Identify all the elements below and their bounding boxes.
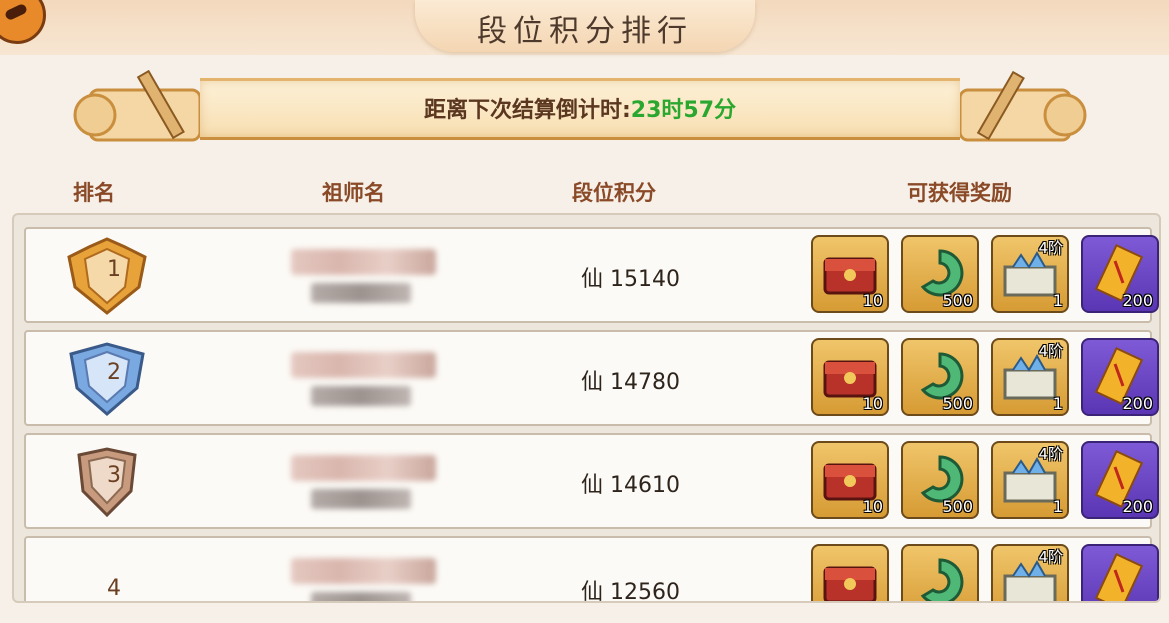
reward-treasure-chest[interactable]: 10	[811, 235, 889, 313]
reward-crystal-crate[interactable]: 4阶 1	[991, 544, 1069, 601]
reward-count: 1	[1052, 497, 1063, 516]
reward-count: 200	[1122, 497, 1153, 516]
ranking-row[interactable]: 2 仙 14780 10 500 4阶 1 200	[24, 330, 1159, 426]
rank-number: 3	[107, 463, 121, 488]
reward-crystal-crate[interactable]: 4阶 1	[991, 338, 1069, 416]
column-header-rank: 排名	[73, 181, 115, 205]
column-header-reward: 可获得奖励	[907, 181, 1012, 205]
reward-crystal-crate[interactable]: 4阶 1	[991, 235, 1069, 313]
countdown-value: 23时57分	[630, 98, 737, 123]
rank-number: 4	[107, 576, 121, 601]
column-header-name: 祖师名	[322, 181, 385, 205]
reward-treasure-chest[interactable]: 10	[811, 441, 889, 519]
reward-count: 10	[862, 497, 883, 516]
reward-count: 10	[863, 600, 883, 601]
reward-talisman-scroll[interactable]: 200	[1081, 441, 1159, 519]
reward-count: 200	[1122, 291, 1153, 310]
player-name-redacted	[291, 558, 441, 601]
ranking-row[interactable]: 4 仙 12560 10 500 4阶 1 200	[24, 536, 1159, 603]
reward-talisman-scroll[interactable]: 200	[1081, 544, 1159, 601]
score-value: 仙 14780	[581, 370, 680, 395]
reward-talisman-scroll[interactable]: 200	[1081, 235, 1159, 313]
reward-tier: 4阶	[1038, 548, 1063, 566]
reward-jade-ring[interactable]: 500	[901, 338, 979, 416]
ranking-row[interactable]: 3 仙 14610 10 500 4阶 1 200	[24, 433, 1159, 529]
scroll-sword-left-icon	[73, 70, 202, 142]
reward-count: 500	[942, 291, 973, 310]
countdown-text: 距离下次结算倒计时:23时57分	[200, 92, 960, 124]
column-header-score: 段位积分	[572, 181, 656, 205]
reward-count: 500	[942, 394, 973, 413]
jade-ring-icon	[920, 558, 964, 601]
reward-count: 500	[942, 497, 973, 516]
reward-talisman-scroll[interactable]: 200	[1081, 338, 1159, 416]
reward-count: 200	[1122, 600, 1153, 601]
rank-number: 2	[107, 360, 121, 385]
reward-count: 1	[1053, 600, 1063, 601]
reward-jade-ring[interactable]: 500	[901, 235, 979, 313]
player-name-redacted	[291, 249, 441, 307]
reward-count: 10	[862, 291, 883, 310]
player-name-redacted	[291, 352, 441, 410]
ranking-list[interactable]: 1 仙 15140 10 500 4阶 1 200 2 仙 14780 10 5…	[12, 213, 1161, 603]
reward-crystal-crate[interactable]: 4阶 1	[991, 441, 1069, 519]
reward-count: 1	[1052, 291, 1063, 310]
score-value: 仙 12560	[581, 580, 680, 603]
score-value: 仙 14610	[581, 473, 680, 498]
scroll-sword-right-icon	[958, 70, 1087, 142]
ranking-row[interactable]: 1 仙 15140 10 500 4阶 1 200	[24, 227, 1159, 323]
player-name-redacted	[291, 455, 441, 513]
reward-count: 200	[1122, 394, 1153, 413]
reward-jade-ring[interactable]: 500	[901, 441, 979, 519]
countdown-label: 距离下次结算倒计时:	[423, 98, 631, 123]
reward-treasure-chest[interactable]: 10	[811, 544, 889, 601]
score-value: 仙 15140	[581, 267, 680, 292]
reward-treasure-chest[interactable]: 10	[811, 338, 889, 416]
treasure-chest-icon	[823, 566, 877, 601]
reward-count: 10	[862, 394, 883, 413]
rank-number: 1	[107, 257, 121, 282]
page-title: 段位积分排行	[477, 14, 693, 49]
reward-count: 1	[1052, 394, 1063, 413]
reward-tier: 4阶	[1038, 445, 1063, 463]
reward-count: 500	[942, 600, 973, 601]
reward-tier: 4阶	[1038, 342, 1063, 360]
talisman-scroll-icon	[1094, 553, 1144, 601]
reward-tier: 4阶	[1038, 239, 1063, 257]
reward-jade-ring[interactable]: 500	[901, 544, 979, 601]
